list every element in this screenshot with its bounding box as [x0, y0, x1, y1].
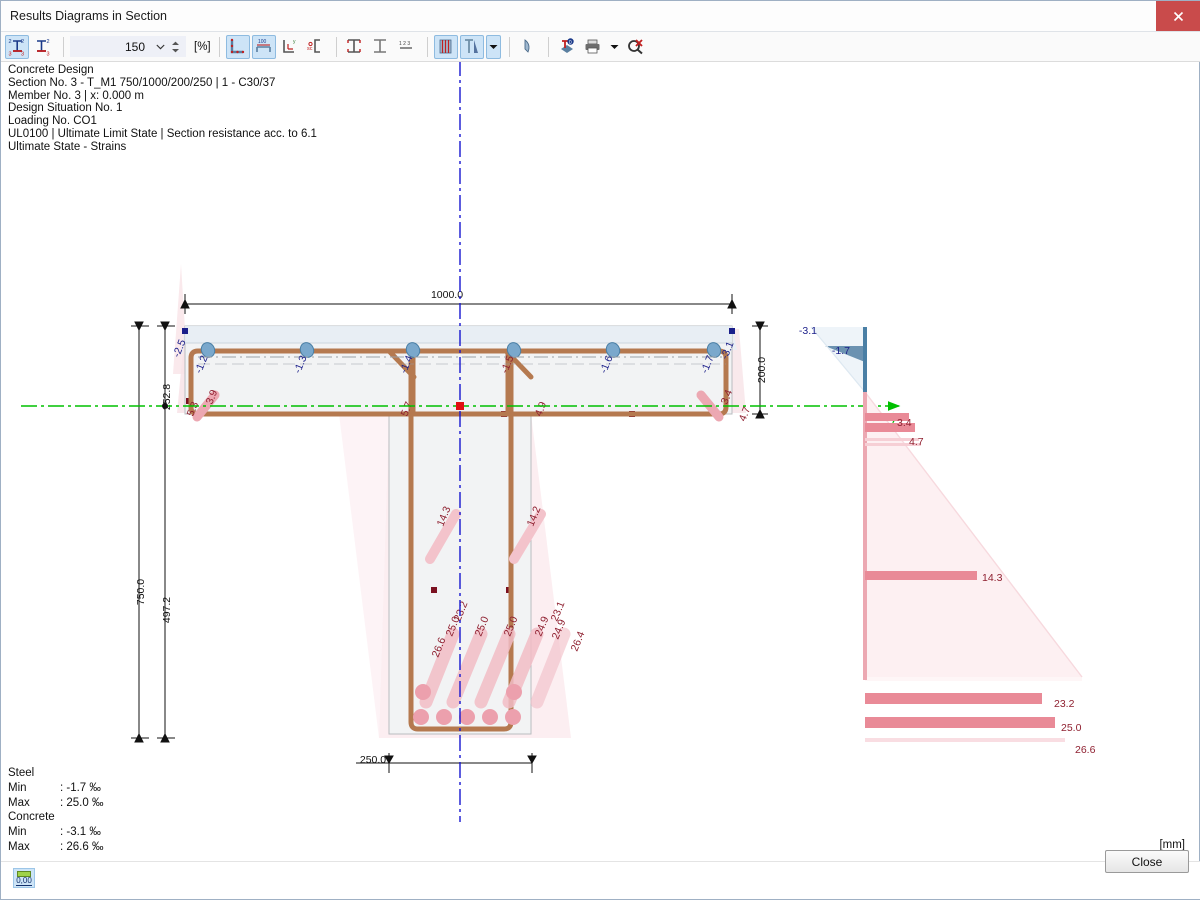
status-bar: 0,00 Close: [1, 861, 1200, 899]
zoom-dropdown-caret-icon[interactable]: [151, 44, 169, 50]
diagram-label-26-6: 26.6: [1075, 744, 1096, 756]
toolbar-separator-6: [548, 37, 549, 57]
diagram-label-14-3: 14.3: [982, 572, 1003, 584]
dim-total-depth: 750.0: [135, 579, 147, 605]
bar-26-6: [865, 738, 1065, 742]
info-icon[interactable]: 0: [555, 35, 579, 59]
diagram-label-4-7: 4.7: [909, 436, 924, 448]
diagram-options-caret-icon[interactable]: [486, 35, 501, 59]
svg-text:2: 2: [8, 39, 11, 45]
dim-total-width: 1000.0: [431, 289, 463, 301]
display-partial-dimension-icon[interactable]: [369, 35, 393, 59]
zoom-reset-icon[interactable]: [624, 35, 648, 59]
legend-steel-max-value: : 25.0 ‰: [60, 797, 103, 809]
legend-steel-min-value: : -1.7 ‰: [60, 782, 101, 794]
display-diagram-icon[interactable]: [460, 35, 484, 59]
snap-value: 0,00: [16, 877, 32, 886]
legend-concrete-min-row: Min: -3.1 ‰: [8, 825, 103, 840]
section-diagram-canvas[interactable]: -2.5 -1.2 -1.3 -1.4 -1.5 -1.6 -1.7 -3.1 …: [1, 62, 1200, 822]
local-axes: y z: [21, 62, 899, 822]
svg-text:3: 3: [21, 52, 24, 57]
zoom-spinner[interactable]: 150: [70, 36, 186, 57]
svg-text:y: y: [293, 39, 296, 45]
legend-steel-max-label: Max: [8, 796, 60, 811]
bar-25-0: [865, 717, 1055, 728]
diagram-label-25-0: 25.0: [1061, 722, 1082, 734]
close-icon: [1172, 10, 1185, 23]
svg-text:2: 2: [21, 39, 24, 45]
toolbar: 2 2 3 3 2 3 150: [1, 32, 1200, 62]
diagram-label--3-1: -3.1: [799, 325, 817, 337]
dim-flange-depth: 200.0: [756, 357, 768, 383]
section-stresses-icon[interactable]: 2 3: [31, 35, 55, 59]
print-caret-icon[interactable]: [607, 35, 622, 59]
legend-concrete-min-value: : -3.1 ‰: [60, 826, 101, 838]
window-title: Results Diagrams in Section: [10, 9, 167, 23]
pointer-icon[interactable]: [516, 35, 540, 59]
legend-steel-title: Steel: [8, 766, 103, 781]
toolbar-separator-4: [427, 37, 428, 57]
section-origin-marker: [456, 402, 464, 410]
zoom-stepper[interactable]: [169, 41, 182, 53]
bar-23-2: [865, 693, 1042, 704]
diagram-label-3-4: 3.4: [897, 417, 912, 429]
label-bottom-26-4: 26.4: [569, 630, 588, 654]
svg-text:100: 100: [258, 39, 267, 45]
dim-origin-node: [162, 403, 168, 409]
diagram-label--1-7: -1.7: [832, 345, 850, 357]
legend-concrete-max-value: : 26.6 ‰: [60, 841, 103, 853]
display-axes-icon[interactable]: y: [278, 35, 302, 59]
svg-text:2: 2: [46, 39, 49, 45]
toolbar-separator-5: [509, 37, 510, 57]
svg-text:3: 3: [8, 52, 11, 57]
svg-text:3: 3: [46, 52, 49, 57]
toolbar-separator-3: [336, 37, 337, 57]
display-total-dimension-icon[interactable]: [343, 35, 367, 59]
display-shear-center-icon[interactable]: sc: [304, 35, 328, 59]
close-button[interactable]: Close: [1105, 850, 1189, 873]
zoom-value[interactable]: 150: [71, 40, 151, 54]
display-reinforcement-icon[interactable]: [434, 35, 458, 59]
svg-text:sc: sc: [307, 46, 313, 52]
zoom-unit-label: [%]: [194, 41, 211, 53]
diagram-label-23-2: 23.2: [1054, 698, 1075, 710]
section-strains-icon[interactable]: 2 2 3 3: [5, 35, 29, 59]
legend-concrete-max-row: Max: 26.6 ‰: [8, 840, 103, 855]
dim-web-width: 250.0: [360, 754, 386, 766]
display-numbering-icon[interactable]: 1 2 3: [395, 35, 419, 59]
bar-14-3: [865, 571, 977, 580]
legend-concrete-title: Concrete: [8, 810, 103, 825]
toolbar-separator-2: [219, 37, 220, 57]
legend-steel-min-row: Min: -1.7 ‰: [8, 781, 103, 796]
results-diagrams-window: Results Diagrams in Section 2 2 3 3 2 3: [0, 0, 1200, 900]
window-close-button[interactable]: [1156, 1, 1200, 31]
legend-concrete-max-label: Max: [8, 840, 60, 855]
svg-text:0: 0: [569, 40, 572, 46]
title-bar: Results Diagrams in Section: [1, 1, 1200, 32]
strain-diagram: -3.1 -1.7 3.4 4.7 14.3 23.2 25.0 26.6: [799, 325, 1096, 756]
legend-concrete-min-label: Min: [8, 825, 60, 840]
display-dimensions-icon[interactable]: 100: [252, 35, 276, 59]
toolbar-separator-1: [63, 37, 64, 57]
strain-legend: Steel Min: -1.7 ‰ Max: 25.0 ‰ Concrete M…: [8, 766, 103, 855]
dim-centroid-bottom: 497.2: [161, 597, 173, 623]
print-icon[interactable]: [581, 35, 605, 59]
cross-section-drawing: -2.5 -1.2 -1.3 -1.4 -1.5 -1.6 -1.7 -3.1 …: [21, 62, 899, 822]
svg-text:1 2 3: 1 2 3: [399, 41, 410, 47]
snap-grid-icon[interactable]: 0,00: [13, 868, 35, 888]
legend-steel-min-label: Min: [8, 781, 60, 796]
display-section-icon[interactable]: [226, 35, 250, 59]
legend-steel-max-row: Max: 25.0 ‰: [8, 796, 103, 811]
